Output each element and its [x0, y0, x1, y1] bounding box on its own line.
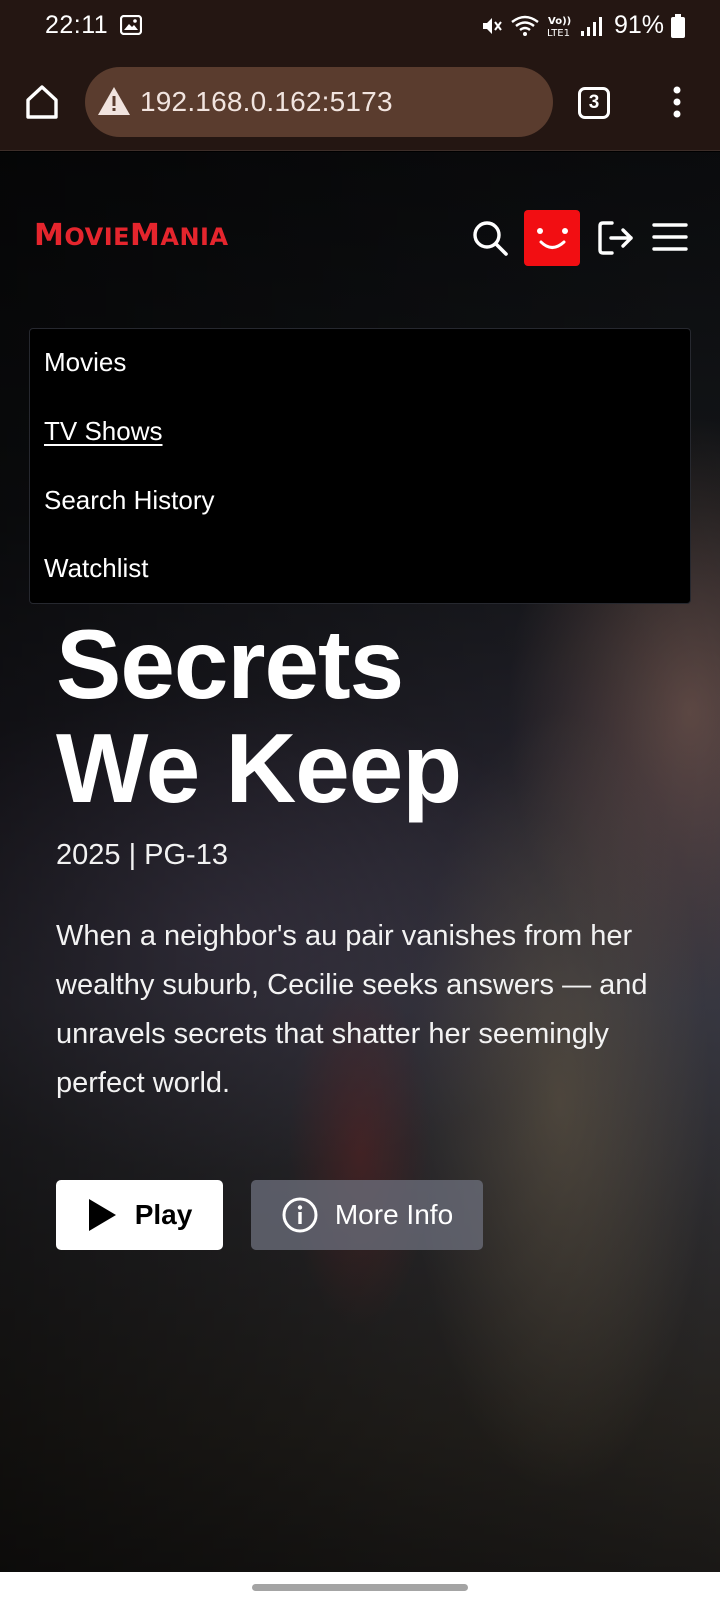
browser-toolbar: 192.168.0.162:5173 3 [0, 52, 720, 151]
logout-icon[interactable] [596, 218, 636, 258]
menu-item-movies[interactable]: Movies [44, 347, 126, 378]
smiley-face-icon [537, 228, 568, 249]
svg-text:Vo)): Vo)) [548, 16, 571, 27]
info-icon [282, 1197, 318, 1233]
tabs-button[interactable]: 3 [578, 87, 610, 119]
home-icon[interactable] [22, 82, 62, 122]
play-button[interactable]: Play [56, 1180, 223, 1250]
gesture-handle[interactable] [252, 1584, 468, 1591]
svg-text:LTE1: LTE1 [547, 28, 570, 38]
tab-count: 3 [588, 92, 600, 113]
menu-item-watchlist[interactable]: Watchlist [44, 553, 149, 584]
menu-item-tv-shows[interactable]: TV Shows [44, 416, 163, 447]
more-vert-icon[interactable] [665, 82, 689, 122]
system-nav-bar [0, 1572, 720, 1600]
volte-icon: Vo)) LTE1 [547, 16, 571, 38]
nav-dropdown-menu: Movies TV Shows Search History Watchlist [29, 328, 691, 604]
wifi-icon [511, 15, 539, 36]
mute-icon [482, 17, 502, 34]
hamburger-menu-icon[interactable] [652, 220, 688, 254]
battery-percentage: 91% [613, 11, 664, 39]
hero-description: When a neighbor's au pair vanishes from … [56, 920, 648, 1099]
address-bar[interactable]: 192.168.0.162:5173 [85, 67, 553, 137]
profile-avatar[interactable] [524, 210, 580, 266]
play-icon [88, 1199, 116, 1231]
more-info-button[interactable]: More Info [251, 1180, 483, 1250]
site-header: MOVIEMANIA [0, 152, 720, 322]
web-page: MOVIEMANIA Movies TV Shows Search Histor… [0, 152, 720, 1572]
status-bar: 22:11 Vo)) LTE1 91% [0, 0, 720, 52]
warning-icon[interactable] [97, 85, 131, 117]
url-text[interactable]: 192.168.0.162:5173 [140, 86, 393, 118]
battery-icon [671, 13, 685, 38]
signal-icon [580, 16, 602, 36]
search-icon[interactable] [470, 218, 510, 258]
site-logo[interactable]: MOVIEMANIA [34, 218, 229, 253]
play-label: Play [134, 1199, 193, 1230]
hero-title: Secrets We Keep [56, 609, 462, 823]
more-info-label: More Info [334, 1199, 454, 1230]
gallery-icon [120, 15, 142, 35]
status-time: 22:11 [45, 11, 109, 39]
menu-item-search-history[interactable]: Search History [44, 485, 215, 516]
status-indicators: Vo)) LTE1 91% [480, 11, 686, 40]
hero-meta: 2025 | PG-13 [56, 839, 228, 871]
